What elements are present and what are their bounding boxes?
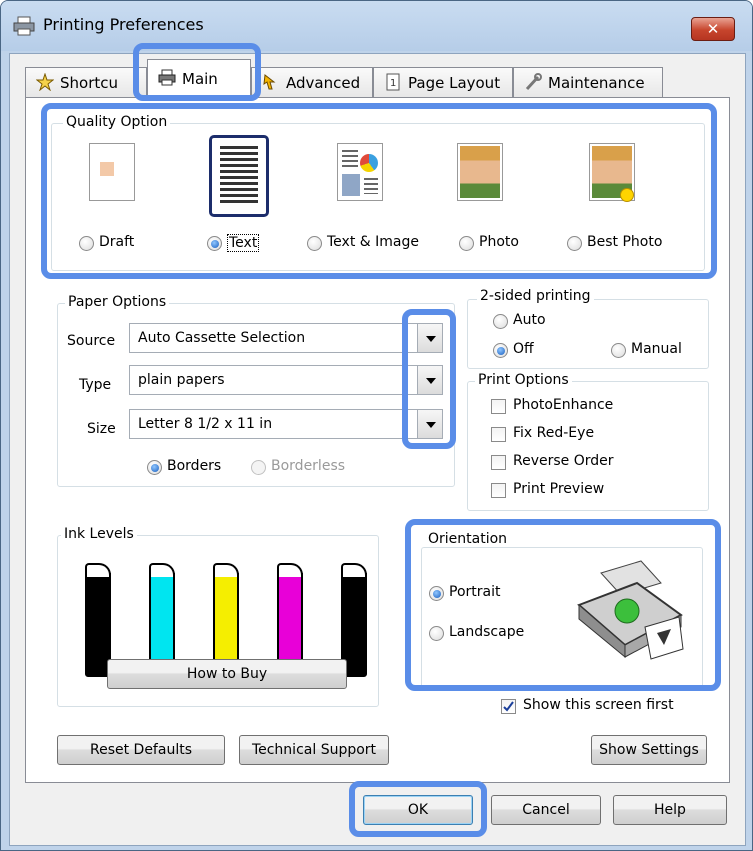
printing-preferences-window: Printing Preferences ✕ Shortcu Main Adva… <box>0 0 753 851</box>
borderless-label: Borderless <box>271 458 346 474</box>
size-label: Size <box>87 421 116 437</box>
title-bar: Printing Preferences ✕ <box>1 1 752 51</box>
two-sided-manual-label: Manual <box>631 341 682 357</box>
ok-button-highlight <box>349 781 487 837</box>
orientation-highlight <box>405 519 721 691</box>
checkmark-icon <box>503 701 514 712</box>
tab-shortcuts[interactable]: Shortcu <box>25 67 147 98</box>
reset-defaults-button[interactable]: Reset Defaults <box>57 735 225 765</box>
borderless-radio[interactable] <box>251 460 266 475</box>
print-preview-checkbox[interactable] <box>491 483 506 498</box>
tab-label: Advanced <box>286 74 361 92</box>
page-layout-icon: 1 <box>386 73 400 91</box>
how-to-buy-button[interactable]: How to Buy <box>107 659 347 689</box>
fix-red-eye-label: Fix Red-Eye <box>513 425 595 441</box>
reverse-order-checkbox[interactable] <box>491 455 506 470</box>
technical-support-button[interactable]: Technical Support <box>239 735 389 765</box>
fix-red-eye-checkbox[interactable] <box>491 427 506 442</box>
advanced-icon <box>263 74 276 90</box>
help-button[interactable]: Help <box>613 795 727 825</box>
reverse-order-label: Reverse Order <box>513 453 614 469</box>
tab-page-layout[interactable]: 1 Page Layout <box>373 67 513 98</box>
two-sided-off-label: Off <box>513 341 534 357</box>
cancel-button[interactable]: Cancel <box>491 795 601 825</box>
tab-label: Maintenance <box>548 74 645 92</box>
printer-icon <box>13 16 35 36</box>
svg-text:1: 1 <box>390 78 396 89</box>
source-label: Source <box>67 333 116 349</box>
source-select[interactable]: Auto Cassette Selection <box>129 323 419 353</box>
two-sided-manual-radio[interactable] <box>611 343 626 358</box>
type-label: Type <box>79 377 112 393</box>
tab-label: Shortcu <box>60 74 119 92</box>
show-this-screen-first-label: Show this screen first <box>523 697 674 713</box>
show-settings-button[interactable]: Show Settings <box>591 735 707 765</box>
main-tab-highlight <box>133 43 261 101</box>
size-select[interactable]: Letter 8 1/2 x 11 in <box>129 409 419 439</box>
two-sided-auto-label: Auto <box>513 312 546 328</box>
photoenhance-checkbox[interactable] <box>491 399 506 414</box>
two-sided-printing-label: 2-sided printing <box>477 288 594 304</box>
print-options-label: Print Options <box>475 372 572 388</box>
two-sided-auto-radio[interactable] <box>493 314 508 329</box>
window-title: Printing Preferences <box>43 15 204 34</box>
ink-levels-label: Ink Levels <box>61 526 137 542</box>
show-this-screen-first-checkbox[interactable] <box>501 699 516 714</box>
close-button[interactable]: ✕ <box>691 17 735 41</box>
two-sided-off-radio[interactable] <box>493 343 508 358</box>
tab-advanced[interactable]: Advanced <box>251 67 373 98</box>
photoenhance-label: PhotoEnhance <box>513 397 614 413</box>
tab-label: Page Layout <box>408 74 501 92</box>
paper-options-label: Paper Options <box>65 294 170 310</box>
borders-radio[interactable] <box>147 460 162 475</box>
tab-maintenance[interactable]: Maintenance <box>513 67 663 98</box>
two-sided-printing-group <box>467 299 709 369</box>
star-icon <box>36 73 54 91</box>
wrench-icon <box>525 73 542 91</box>
quality-option-highlight <box>41 103 717 279</box>
print-preview-label: Print Preview <box>513 481 605 497</box>
borders-label: Borders <box>167 458 222 474</box>
type-select[interactable]: plain papers <box>129 365 419 395</box>
dropdown-highlight <box>402 309 456 449</box>
